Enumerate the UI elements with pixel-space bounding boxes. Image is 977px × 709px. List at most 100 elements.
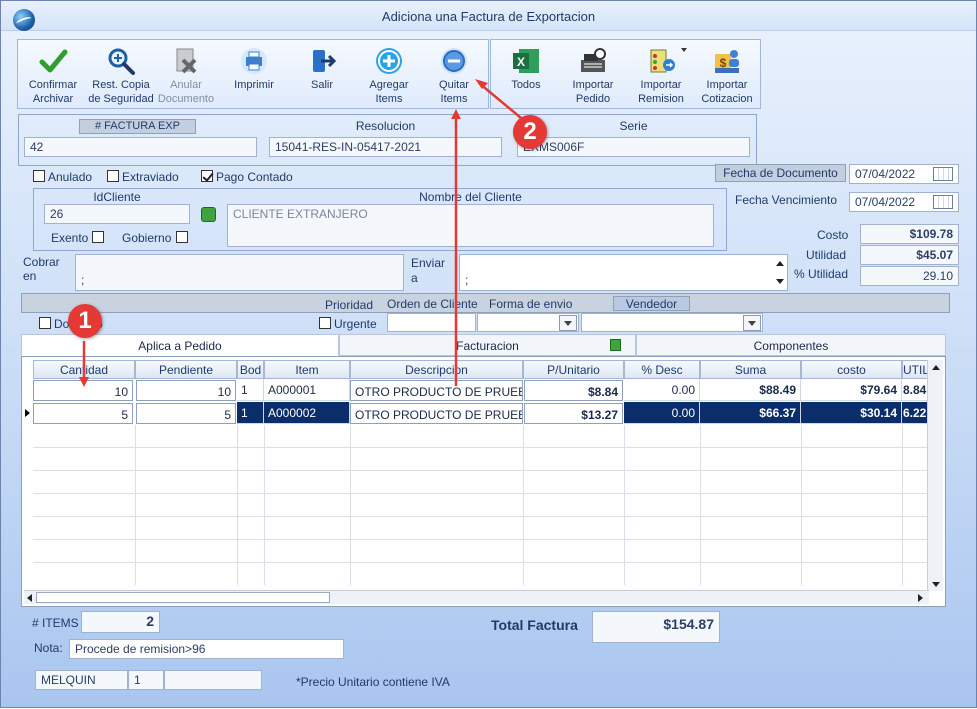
cash-register-icon [581, 48, 606, 72]
tab-aplica-pedido[interactable]: Aplica a Pedido [21, 334, 339, 356]
magnifier-plus-icon [108, 48, 135, 75]
utility-pct-label: % Utilidad [794, 267, 849, 281]
enviar-field[interactable]: ; [459, 254, 788, 291]
due-date-value: 07/04/2022 [855, 195, 916, 209]
cell-costo[interactable]: $79.64 [801, 379, 902, 401]
cell-item[interactable]: A000002 [264, 402, 350, 424]
dropdown-caret-icon[interactable] [681, 48, 687, 52]
table-row[interactable]: 10 10 1 A000001 OTRO PRODUCTO DE PRUEBA … [22, 379, 928, 402]
client-name-field[interactable]: CLIENTE EXTRANJERO [227, 204, 714, 247]
exit-button[interactable]: Salir [287, 44, 357, 108]
cell-punitario[interactable]: $8.84 [524, 380, 623, 401]
cell-pendiente[interactable]: 10 [136, 380, 236, 401]
cell-descripcion[interactable]: OTRO PRODUCTO DE PRUEBA [350, 380, 523, 401]
vendedor-dropdown-icon[interactable] [743, 315, 761, 331]
toolbar-import: X Todos Importar Pedido Importar Remisio… [490, 39, 761, 109]
col-header-desc[interactable]: % Desc [624, 360, 700, 379]
add-items-button[interactable]: Agregar Items [354, 44, 424, 108]
enviar-scroll-down-icon[interactable] [772, 274, 786, 288]
client-id-field[interactable]: 26 [44, 204, 190, 224]
tab-facturacion[interactable]: Facturacion [339, 334, 636, 356]
grid-vertical-scrollbar[interactable] [927, 360, 943, 591]
cell-desc[interactable]: 0.00 [624, 379, 700, 401]
col-header-suma[interactable]: Suma [700, 360, 801, 379]
all-excel-button[interactable]: X Todos [491, 44, 561, 108]
col-header-bod[interactable]: Bod [237, 360, 264, 379]
cell-cantidad[interactable]: 10 [33, 380, 133, 401]
scroll-right-icon[interactable] [918, 594, 923, 602]
forma-envio-dropdown-icon[interactable] [559, 315, 577, 331]
quote-person-icon: $ [715, 50, 739, 73]
due-date-label: Fecha Vencimiento [735, 193, 838, 207]
forma-envio-label: Forma de envio [489, 297, 573, 311]
col-header-costo[interactable]: costo [801, 360, 902, 379]
cell-desc[interactable]: 0.00 [624, 402, 700, 424]
cobrar-label-1: Cobrar [23, 255, 60, 269]
col-header-descripcion[interactable]: Descripcion [350, 360, 523, 379]
urgente-label: Urgente [334, 317, 377, 331]
tab-strip: Aplica a Pedido Facturacion Componentes [21, 334, 946, 356]
pago-contado-checkbox[interactable] [201, 170, 213, 182]
col-header-util[interactable]: UTIL [902, 360, 929, 379]
cell-suma[interactable]: $66.37 [700, 402, 801, 424]
remove-items-button[interactable]: Quitar Items [419, 44, 489, 108]
scroll-down-icon[interactable] [928, 577, 944, 591]
note-label: Nota: [34, 641, 63, 655]
scroll-thumb[interactable] [36, 592, 330, 603]
utility-label: Utilidad [806, 248, 847, 262]
tab-componentes[interactable]: Componentes [636, 334, 946, 356]
confirm-archive-button[interactable]: Confirmar Archivar [18, 44, 88, 108]
extraviado-checkbox[interactable] [107, 170, 119, 182]
cell-pendiente[interactable]: 5 [136, 403, 236, 424]
due-date-calendar-icon[interactable] [933, 195, 953, 209]
scroll-up-icon[interactable] [928, 360, 944, 374]
orden-cliente-input[interactable] [387, 313, 476, 332]
utility-value: $45.07 [860, 245, 959, 265]
cell-cantidad[interactable]: 5 [33, 403, 133, 424]
col-header-punitario[interactable]: P/Unitario [523, 360, 624, 379]
cobrar-field[interactable]: ; [75, 254, 404, 291]
domicilio-checkbox[interactable] [39, 317, 51, 329]
col-header-pendiente[interactable]: Pendiente [135, 360, 237, 379]
series-field[interactable]: EXMS006F [517, 137, 750, 157]
restore-backup-button[interactable]: Rest. Copia de Seguridad [86, 44, 156, 108]
cell-punitario[interactable]: $13.27 [524, 403, 623, 424]
cell-item[interactable]: A000001 [264, 379, 350, 401]
cell-descripcion[interactable]: OTRO PRODUCTO DE PRUEBA [350, 403, 523, 424]
cell-bod[interactable]: 1 [237, 379, 264, 401]
exento-checkbox[interactable] [92, 231, 104, 243]
col-header-cantidad[interactable]: Cantidad [33, 360, 135, 379]
invoice-number-label: # FACTURA EXP [79, 119, 196, 134]
cell-util[interactable]: 8.84 [902, 379, 928, 401]
row-pointer-icon [25, 409, 30, 417]
col-header-item[interactable]: Item [264, 360, 350, 379]
vendedor-select[interactable] [581, 313, 763, 332]
table-row[interactable]: 5 5 1 A000002 OTRO PRODUCTO DE PRUEBA $1… [22, 402, 928, 425]
enviar-scroll-up-icon[interactable] [772, 256, 786, 270]
plus-circle-icon [376, 48, 402, 74]
cell-bod[interactable]: 1 [237, 402, 264, 424]
svg-text:$: $ [720, 56, 727, 70]
cell-util[interactable]: 6.22 [902, 402, 928, 424]
doc-date-value: 07/04/2022 [855, 167, 916, 181]
print-button[interactable]: Imprimir [219, 44, 289, 108]
client-lookup-icon[interactable] [201, 207, 216, 222]
total-value: $154.87 [592, 611, 720, 643]
scroll-left-icon[interactable] [27, 594, 32, 602]
cell-costo[interactable]: $30.14 [801, 402, 902, 424]
callout-badge-1: 1 [68, 304, 102, 338]
annul-document-button[interactable]: Anular Documento [151, 44, 221, 108]
gobierno-checkbox[interactable] [176, 231, 188, 243]
grid-horizontal-scrollbar[interactable] [24, 590, 929, 604]
note-field[interactable]: Procede de remision>96 [69, 639, 344, 659]
import-order-button[interactable]: Importar Pedido [558, 44, 628, 108]
resolution-field[interactable]: 15041-RES-IN-05417-2021 [269, 137, 502, 157]
doc-date-calendar-icon[interactable] [933, 167, 953, 181]
invoice-number-field[interactable]: 42 [24, 137, 257, 157]
utility-pct-value: 29.10 [860, 266, 959, 286]
import-quote-button[interactable]: $ Importar Cotizacion [692, 44, 762, 108]
urgente-checkbox[interactable] [319, 317, 331, 329]
anulado-checkbox[interactable] [33, 170, 45, 182]
import-remision-button[interactable]: Importar Remision [626, 44, 696, 108]
cell-suma[interactable]: $88.49 [700, 379, 801, 401]
